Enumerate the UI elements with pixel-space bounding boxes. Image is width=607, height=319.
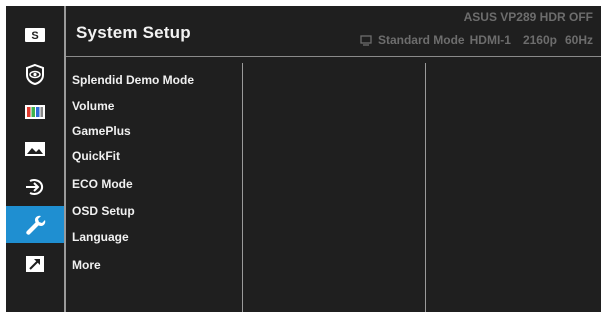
- column-divider-1: [242, 63, 243, 312]
- sidebar-item-shortcut[interactable]: [6, 245, 64, 282]
- status-input: HDMI-1: [469, 33, 511, 47]
- status-resolution: 2160p: [522, 33, 557, 47]
- sidebar: S: [6, 6, 64, 312]
- monitor-icon: [360, 34, 372, 46]
- splendid-icon: S: [25, 27, 45, 42]
- menu-item-gameplus[interactable]: GamePlus: [72, 124, 131, 138]
- svg-text:S: S: [31, 30, 38, 42]
- header-divider: [66, 56, 601, 57]
- status-refresh: 60Hz: [564, 33, 593, 47]
- menu-item-volume[interactable]: Volume: [72, 99, 114, 113]
- model-info: ASUS VP289 HDR OFF: [463, 10, 593, 24]
- sidebar-divider: [64, 6, 66, 312]
- menu-item-more[interactable]: More: [72, 258, 101, 272]
- wrench-icon: [26, 215, 46, 235]
- menu-item-quickfit[interactable]: QuickFit: [72, 149, 120, 163]
- column-divider-2: [425, 63, 426, 312]
- menu-item-osd-setup[interactable]: OSD Setup: [72, 204, 135, 218]
- sidebar-item-color[interactable]: [6, 93, 64, 130]
- sidebar-item-eye-care[interactable]: [6, 55, 64, 92]
- sidebar-item-system-setup[interactable]: [6, 206, 64, 243]
- menu-item-splendid-demo-mode[interactable]: Splendid Demo Mode: [72, 73, 194, 87]
- color-bars-icon: [25, 104, 45, 119]
- input-select-icon: [26, 178, 44, 195]
- status-mode: Standard Mode: [377, 33, 465, 47]
- osd-window: S System Setup ASUS VP289 HDR OFF Standa…: [6, 6, 601, 312]
- sidebar-item-input-select[interactable]: [6, 168, 64, 205]
- status-row: Standard Mode HDMI-1 2160p 60Hz: [360, 33, 593, 47]
- menu-item-language[interactable]: Language: [72, 230, 129, 244]
- image-icon: [25, 141, 45, 156]
- shortcut-arrow-icon: [26, 255, 44, 272]
- eye-care-icon: [26, 63, 44, 85]
- sidebar-item-splendid[interactable]: S: [6, 16, 64, 53]
- sidebar-item-image[interactable]: [6, 130, 64, 167]
- menu-item-eco-mode[interactable]: ECO Mode: [72, 177, 133, 191]
- page-title: System Setup: [76, 23, 191, 42]
